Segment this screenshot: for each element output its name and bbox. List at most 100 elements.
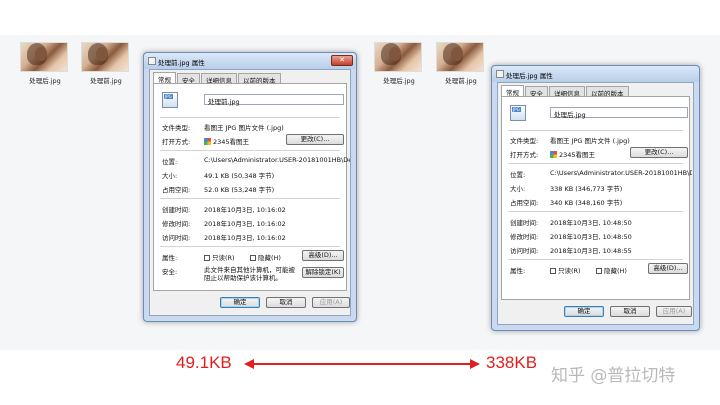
label-created: 创建时间: bbox=[510, 219, 539, 227]
label-attributes: 属性: bbox=[510, 267, 526, 275]
readonly-checkbox[interactable]: 只读(R) bbox=[204, 252, 235, 262]
checkbox-box bbox=[596, 268, 602, 274]
value-size: 49.1 KB (50,348 字节) bbox=[204, 172, 275, 180]
value-size: 338 KB (346,773 字节) bbox=[550, 185, 623, 193]
value-size-on-disk: 52.0 KB (53,248 字节) bbox=[204, 186, 275, 194]
label-size-on-disk: 占用空间: bbox=[510, 199, 539, 207]
dialog-title: 处理前.jpg 属性 bbox=[158, 59, 205, 67]
separator bbox=[160, 117, 340, 118]
app-icon bbox=[550, 151, 557, 158]
value-accessed: 2018年10月3日, 10:16:02 bbox=[204, 234, 286, 242]
photo-thumbnail bbox=[81, 42, 129, 72]
dialog-client: 常规 安全 详细信息 以前的版本 处理前.jpg 文件类型: 看图王 JPG 图… bbox=[149, 69, 351, 316]
left-size-label: 49.1KB bbox=[176, 353, 232, 372]
value-location: C:\Users\Administrator.USER-20181001HB\D… bbox=[550, 169, 692, 177]
dialog-client: 常规 安全 详细信息 以前的版本 处理后.jpg 文件类型: 看图王 JPG 图… bbox=[497, 82, 694, 325]
apply-button[interactable]: 应用(A) bbox=[312, 297, 350, 308]
checkbox-box bbox=[550, 268, 556, 274]
label-accessed: 访问时间: bbox=[510, 247, 539, 255]
label-type: 文件类型: bbox=[162, 124, 191, 132]
general-tab-page: 处理前.jpg 文件类型: 看图王 JPG 图片文件 (.jpg) 打开方式: … bbox=[153, 83, 350, 291]
ok-button[interactable]: 确定 bbox=[564, 306, 604, 317]
right-size-label: 338KB bbox=[486, 353, 538, 372]
hidden-checkbox[interactable]: 隐藏(H) bbox=[596, 265, 627, 275]
label-type: 文件类型: bbox=[510, 137, 539, 145]
thumbnail-after-right[interactable]: 处理后.jpg bbox=[374, 42, 424, 85]
separator bbox=[160, 198, 340, 199]
filename-field[interactable]: 处理后.jpg bbox=[550, 107, 688, 119]
filename-field[interactable]: 处理前.jpg bbox=[204, 94, 344, 106]
value-location: C:\Users\Administrator.USER-20181001HB\D… bbox=[204, 156, 350, 164]
properties-dialog-after: 处理后.jpg 属性 常规 安全 详细信息 以前的版本 处理后.jpg 文件类型… bbox=[491, 65, 700, 331]
value-open-with: 2345看图王 bbox=[204, 136, 249, 146]
photo-thumbnail bbox=[436, 42, 484, 72]
value-open-with: 2345看图王 bbox=[550, 149, 595, 159]
title-bar[interactable]: 处理前.jpg 属性 ✕ bbox=[144, 53, 356, 69]
label-size: 大小: bbox=[510, 185, 526, 193]
dialog-title: 处理后.jpg 属性 bbox=[506, 72, 553, 80]
advanced-button[interactable]: 高级(D)... bbox=[648, 263, 688, 274]
value-modified: 2018年10月3日, 10:16:02 bbox=[204, 220, 286, 228]
separator bbox=[508, 130, 683, 131]
jpg-file-icon bbox=[510, 105, 526, 121]
watermark: 知乎 @普拉切特 bbox=[551, 366, 676, 386]
photo-thumbnail bbox=[374, 42, 422, 72]
label-security: 安全: bbox=[162, 268, 178, 276]
change-button[interactable]: 更改(C)... bbox=[286, 134, 344, 145]
checkbox-box bbox=[250, 255, 256, 261]
separator bbox=[508, 163, 683, 164]
label-size-on-disk: 占用空间: bbox=[162, 186, 191, 194]
general-tab-page: 处理后.jpg 文件类型: 看图王 JPG 图片文件 (.jpg) 打开方式: … bbox=[501, 96, 692, 300]
comparison-arrow bbox=[252, 363, 470, 365]
label-open-with: 打开方式: bbox=[510, 151, 539, 159]
separator bbox=[160, 246, 340, 247]
label-created: 创建时间: bbox=[162, 206, 191, 214]
label-location: 位置: bbox=[162, 158, 178, 166]
security-text: 此文件来自其他计算机，可能被阻止以帮助保护该计算机。 bbox=[204, 266, 295, 282]
value-created: 2018年10月3日, 10:48:50 bbox=[550, 219, 632, 227]
jpg-file-icon bbox=[162, 92, 178, 108]
ok-button[interactable]: 确定 bbox=[220, 297, 260, 308]
apply-button[interactable]: 应用(A) bbox=[656, 306, 692, 317]
hidden-checkbox[interactable]: 隐藏(H) bbox=[250, 252, 281, 262]
label-accessed: 访问时间: bbox=[162, 234, 191, 242]
label-open-with: 打开方式: bbox=[162, 138, 191, 146]
checkbox-box bbox=[204, 255, 210, 261]
file-icon bbox=[496, 70, 504, 78]
properties-dialog-before: 处理前.jpg 属性 ✕ 常规 安全 详细信息 以前的版本 处理前.jpg 文件… bbox=[143, 52, 357, 322]
separator bbox=[508, 211, 683, 212]
close-button[interactable]: ✕ bbox=[331, 55, 353, 66]
value-accessed: 2018年10月3日, 10:48:55 bbox=[550, 247, 632, 255]
title-bar[interactable]: 处理后.jpg 属性 bbox=[492, 66, 699, 82]
value-modified: 2018年10月3日, 10:48:50 bbox=[550, 233, 632, 241]
separator bbox=[508, 259, 683, 260]
value-created: 2018年10月3日, 10:16:02 bbox=[204, 206, 286, 214]
advanced-button[interactable]: 高级(D)... bbox=[302, 250, 344, 261]
photo-thumbnail bbox=[20, 42, 68, 72]
value-type: 看图王 JPG 图片文件 (.jpg) bbox=[204, 124, 284, 132]
cancel-button[interactable]: 取消 bbox=[610, 306, 650, 317]
thumbnail-before-right[interactable]: 处理前.jpg bbox=[436, 42, 486, 85]
label-size: 大小: bbox=[162, 172, 178, 180]
thumbnail-label: 处理后.jpg bbox=[383, 77, 415, 85]
thumbnail-label: 处理前.jpg bbox=[445, 77, 477, 85]
separator bbox=[160, 150, 340, 151]
change-button[interactable]: 更改(C)... bbox=[630, 147, 688, 158]
thumbnail-label: 处理后.jpg bbox=[29, 77, 61, 85]
label-modified: 修改时间: bbox=[162, 220, 191, 228]
arrow-right-head bbox=[470, 359, 480, 369]
value-size-on-disk: 340 KB (348,160 字节) bbox=[550, 199, 623, 207]
app-icon bbox=[204, 138, 211, 145]
readonly-checkbox[interactable]: 只读(R) bbox=[550, 265, 581, 275]
label-attributes: 属性: bbox=[162, 254, 178, 262]
thumbnail-label: 处理前.jpg bbox=[90, 77, 122, 85]
label-location: 位置: bbox=[510, 171, 526, 179]
cancel-button[interactable]: 取消 bbox=[266, 297, 306, 308]
unblock-button[interactable]: 解除锁定(K) bbox=[302, 267, 344, 278]
label-modified: 修改时间: bbox=[510, 233, 539, 241]
thumbnail-after-left[interactable]: 处理后.jpg bbox=[20, 42, 70, 85]
thumbnail-before-left[interactable]: 处理前.jpg bbox=[81, 42, 131, 85]
file-icon bbox=[148, 57, 156, 65]
close-icon: ✕ bbox=[339, 56, 345, 64]
value-type: 看图王 JPG 图片文件 (.jpg) bbox=[550, 137, 630, 145]
